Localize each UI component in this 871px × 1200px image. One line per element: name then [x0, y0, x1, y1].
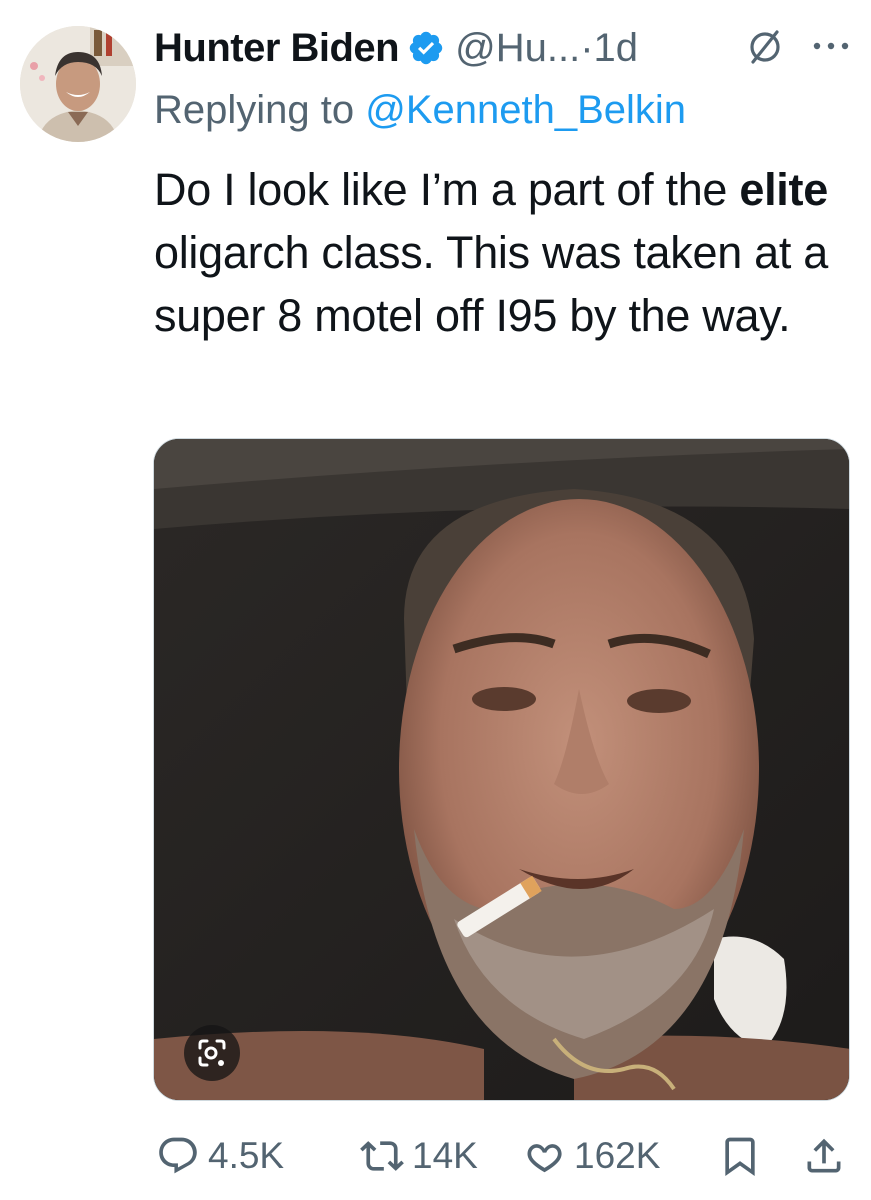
- share-button[interactable]: [802, 1128, 854, 1184]
- reply-mention-link[interactable]: @Kenneth_Belkin: [365, 88, 686, 132]
- repost-count: 14K: [412, 1135, 478, 1176]
- action-bar: 4.5K 14K 162K: [0, 1128, 871, 1184]
- tweet-text-bold: elite: [739, 164, 828, 215]
- bookmark-icon: [725, 1137, 755, 1177]
- tweet-text-part-1: Do I look like I’m a part of the: [154, 164, 740, 215]
- reply-icon: [159, 1137, 197, 1174]
- author-handle[interactable]: @Hu...: [455, 26, 580, 71]
- more-options-icon[interactable]: [808, 36, 854, 56]
- grok-icon[interactable]: [744, 26, 786, 68]
- repost-icon: [360, 1141, 404, 1171]
- share-icon: [807, 1138, 841, 1173]
- separator-dot: ·: [580, 25, 594, 70]
- tweet-text-part-2: oligarch class. This was taken at a supe…: [154, 227, 828, 341]
- reply-count: 4.5K: [208, 1135, 285, 1176]
- replying-to: Replying to @Kenneth_Belkin: [154, 88, 686, 133]
- timestamp[interactable]: 1d: [594, 26, 639, 71]
- like-count: 162K: [574, 1135, 661, 1176]
- author-name[interactable]: Hunter Biden: [154, 26, 400, 71]
- tweet-media-photo[interactable]: [153, 438, 850, 1101]
- visual-search-button[interactable]: [184, 1025, 240, 1081]
- tweet-header: Hunter Biden @Hu... · 1d: [154, 22, 638, 74]
- avatar-photo: [20, 26, 136, 142]
- photo: [154, 439, 849, 1100]
- visual-search-icon: [198, 1039, 226, 1067]
- tweet-text: Do I look like I’m a part of the elite o…: [154, 158, 854, 347]
- bookmark-button[interactable]: [718, 1128, 770, 1184]
- like-button[interactable]: 162K: [522, 1128, 660, 1184]
- replying-to-label: Replying to: [154, 88, 366, 132]
- heart-icon: [527, 1144, 562, 1173]
- reply-button[interactable]: 4.5K: [156, 1128, 284, 1184]
- verified-badge-icon: [409, 31, 443, 65]
- avatar[interactable]: [20, 26, 136, 142]
- repost-button[interactable]: 14K: [360, 1128, 478, 1184]
